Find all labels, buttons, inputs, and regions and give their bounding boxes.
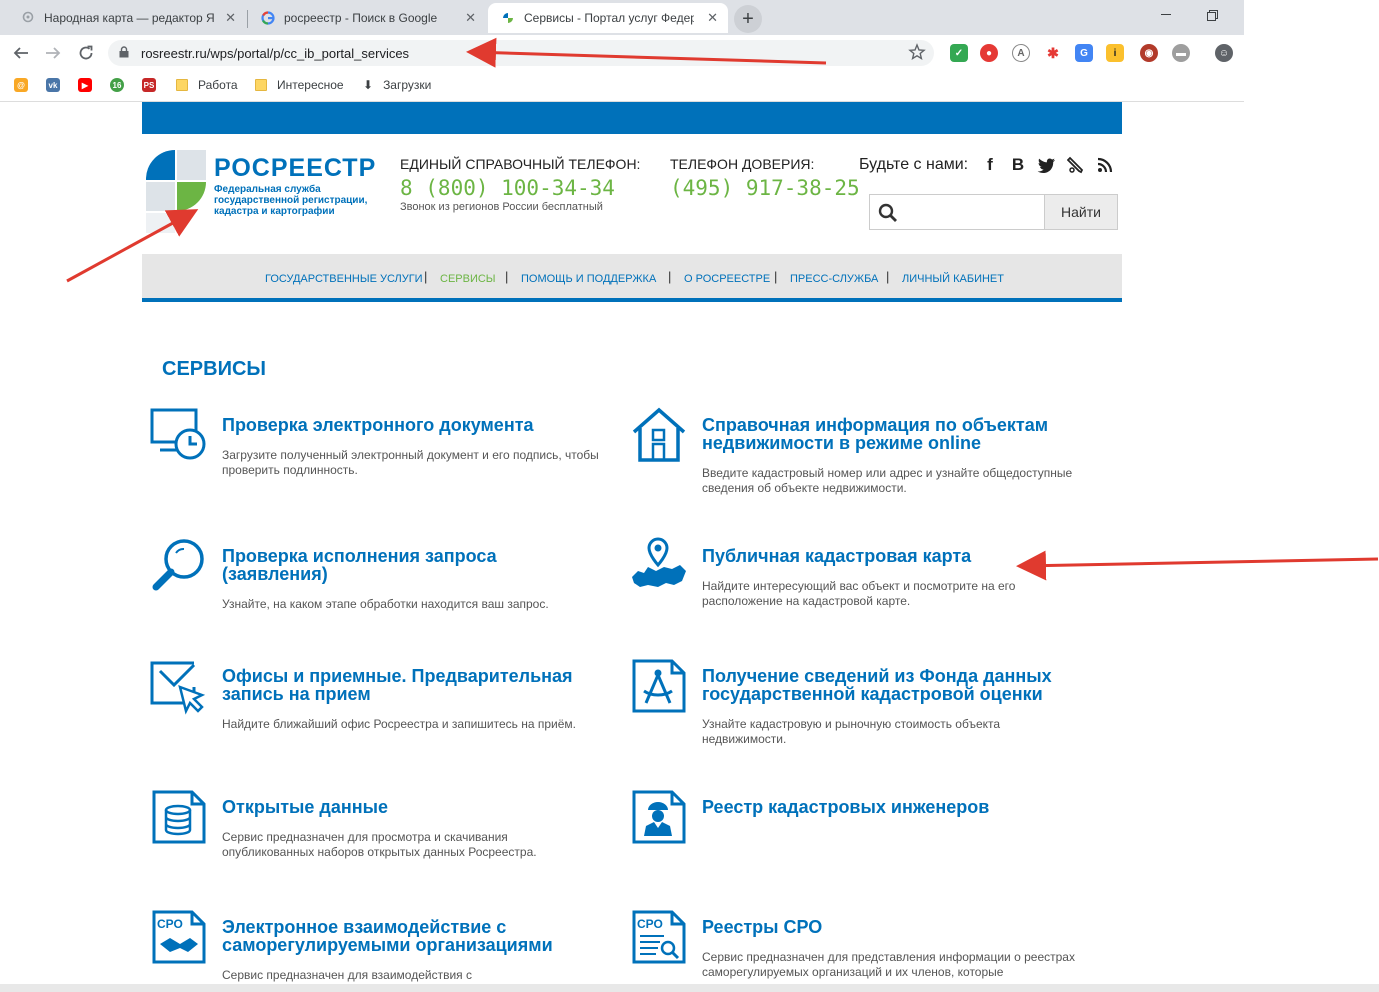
arrow-to-logo xyxy=(66,209,199,283)
horizontal-scrollbar[interactable] xyxy=(0,984,1379,992)
arrow-to-cadastral-map xyxy=(1016,550,1379,581)
arrow-to-url xyxy=(466,37,827,68)
annotation-arrows xyxy=(66,37,1379,581)
